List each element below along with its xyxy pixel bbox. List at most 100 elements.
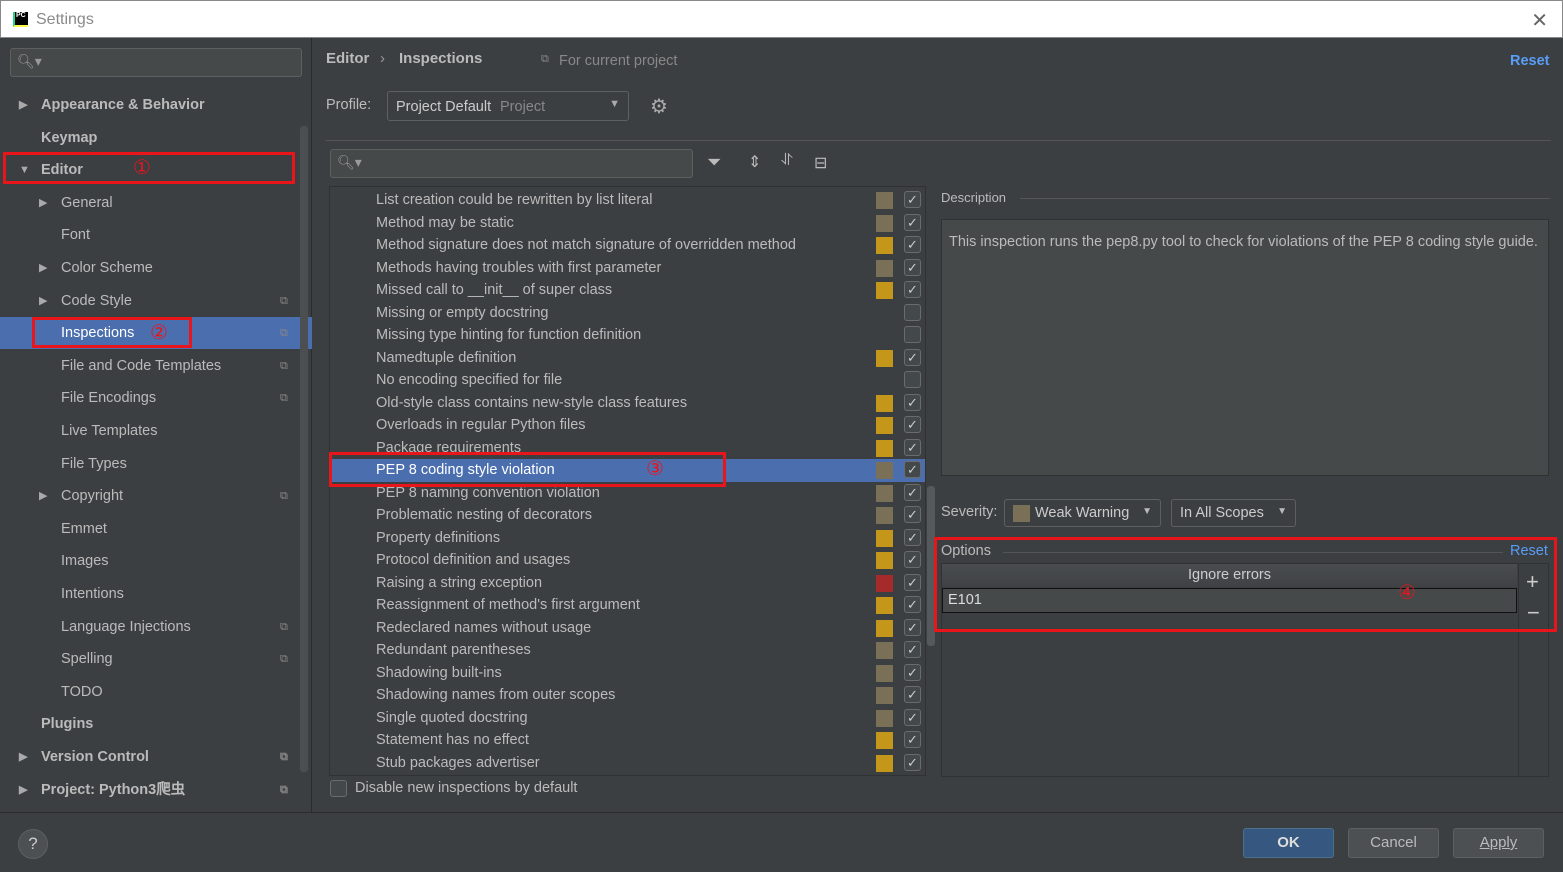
sidebar-item-file-encodings[interactable]: File Encodings ⧉ [0,382,312,414]
inspection-row[interactable]: Namedtuple definition ✓ [330,347,925,370]
chevron-down-icon: ▼ [1277,506,1287,517]
sidebar-item-todo[interactable]: TODO [0,676,312,708]
inspection-row[interactable]: Stub packages advertiser ✓ [330,752,925,775]
inspection-row[interactable]: Redundant parentheses ✓ [330,639,925,662]
inspection-row[interactable]: Missed call to __init__ of super class ✓ [330,279,925,302]
sidebar-item-copyright[interactable]: ▶ Copyright ⧉ [0,480,312,512]
inspection-enabled-checkbox[interactable]: ✓ [904,686,921,703]
inspection-enabled-checkbox[interactable]: ✓ [904,618,921,636]
inspection-enabled-checkbox[interactable]: ✓ [904,191,921,208]
inspection-enabled-checkbox[interactable]: ✓ [904,213,921,231]
inspection-row[interactable]: Method may be static ✓ [330,212,925,235]
inspection-enabled-checkbox[interactable]: ✓ [904,236,921,253]
inspection-row[interactable]: Shadowing names from outer scopes ✓ [330,684,925,707]
inspection-enabled-checkbox[interactable]: ✓ [904,416,921,433]
inspection-row[interactable]: Property definitions ✓ [330,527,925,550]
sidebar-item-version-control[interactable]: ▶ Version Control ⧉ [0,741,312,773]
sidebar-item-general[interactable]: ▶ General [0,187,312,219]
inspection-row[interactable]: Overloads in regular Python files ✓ [330,414,925,437]
inspection-row[interactable]: Raising a string exception ✓ [330,572,925,595]
title-bar: PC Settings ✕ [0,0,1563,38]
sidebar-item-emmet[interactable]: Emmet [0,513,312,545]
disable-new-checkbox[interactable] [330,780,347,797]
inspection-enabled-checkbox[interactable]: ✓ [904,258,921,276]
inspection-row[interactable]: List creation could be rewritten by list… [330,189,925,212]
settings-search-input[interactable]: 🔍︎▾ [10,48,302,77]
inspection-enabled-checkbox[interactable]: ✓ [904,731,921,748]
sidebar-item-project-python3-[interactable]: ▶ Project: Python3爬虫 ⧉ [0,774,312,806]
inspection-row[interactable]: Methods having troubles with first param… [330,257,925,280]
sidebar-item-file-and-code-templates[interactable]: File and Code Templates ⧉ [0,350,312,382]
expand-all-icon[interactable]: ⇕ [748,152,761,172]
close-icon[interactable]: ✕ [1531,8,1548,33]
inspection-search-input[interactable]: 🔍︎▾ [330,149,693,178]
ok-button[interactable]: OK [1243,828,1334,858]
inspection-enabled-checkbox[interactable]: ✓ [904,573,921,591]
expand-right-icon[interactable]: ▶ [39,285,47,317]
expand-right-icon[interactable]: ▶ [39,480,47,512]
inspection-row[interactable]: Old-style class contains new-style class… [330,392,925,415]
sidebar-item-live-templates[interactable]: Live Templates [0,415,312,447]
inspection-enabled-checkbox[interactable]: ✓ [904,461,921,478]
gear-icon[interactable]: ⚙ [650,94,668,119]
scope-dropdown[interactable]: In All Scopes ▼ [1171,499,1296,527]
project-level-icon: ⧉ [280,359,288,372]
sidebar-item-intentions[interactable]: Intentions [0,578,312,610]
apply-button[interactable]: Apply [1453,828,1544,858]
expand-right-icon[interactable]: ▶ [19,89,27,121]
sidebar-scrollbar[interactable] [300,126,308,772]
severity-color-icon [876,417,893,434]
inspection-enabled-checkbox[interactable]: ✓ [904,663,921,681]
inspection-enabled-checkbox[interactable]: ✓ [904,708,921,726]
expand-right-icon[interactable]: ▶ [39,252,47,284]
scope-label: For current project [559,53,678,69]
severity-dropdown[interactable]: Weak Warning ▼ [1004,499,1161,527]
inspection-row[interactable]: Statement has no effect ✓ [330,729,925,752]
inspection-row[interactable]: Missing type hinting for function defini… [330,324,925,347]
inspection-enabled-checkbox[interactable]: ✓ [904,393,921,411]
inspection-enabled-checkbox[interactable]: ✓ [904,506,921,523]
inspection-row[interactable]: Problematic nesting of decorators ✓ [330,504,925,527]
inspection-row[interactable]: Missing or empty docstring [330,302,925,325]
inspection-row[interactable]: Method signature does not match signatur… [330,234,925,257]
inspection-enabled-checkbox[interactable]: ✓ [904,348,921,366]
inspection-enabled-checkbox[interactable] [904,371,921,388]
inspection-row[interactable]: Protocol definition and usages ✓ [330,549,925,572]
sidebar-item-code-style[interactable]: ▶ Code Style ⧉ [0,285,312,317]
sidebar-item-keymap[interactable]: Keymap [0,122,312,154]
cancel-button[interactable]: Cancel [1348,828,1439,858]
sidebar-item-font[interactable]: Font [0,219,312,251]
breadcrumb-editor[interactable]: Editor [326,50,369,67]
inspection-enabled-checkbox[interactable]: ✓ [904,438,921,456]
sidebar-item-plugins[interactable]: Plugins [0,708,312,740]
inspection-row[interactable]: Redeclared names without usage ✓ [330,617,925,640]
sidebar-item-color-scheme[interactable]: ▶ Color Scheme [0,252,312,284]
sidebar-item-file-types[interactable]: File Types [0,448,312,480]
help-button[interactable]: ? [18,829,48,859]
inspection-row[interactable]: Reassignment of method's first argument ✓ [330,594,925,617]
filter-icon[interactable]: ⏷ [707,152,721,173]
sidebar-item-images[interactable]: Images [0,545,312,577]
reset-to-default-icon[interactable]: ⊟ [814,153,827,173]
sidebar-item-spelling[interactable]: Spelling ⧉ [0,643,312,675]
expand-right-icon[interactable]: ▶ [39,187,47,219]
sidebar-item-appearance-behavior[interactable]: ▶ Appearance & Behavior [0,89,312,121]
expand-right-icon[interactable]: ▶ [19,741,27,773]
inspection-enabled-checkbox[interactable]: ✓ [904,483,921,501]
inspection-enabled-checkbox[interactable] [904,326,921,343]
inspection-enabled-checkbox[interactable]: ✓ [904,641,921,658]
inspection-enabled-checkbox[interactable] [904,303,921,321]
profile-dropdown[interactable]: Project Default Project ▼ [387,91,629,121]
inspection-enabled-checkbox[interactable]: ✓ [904,551,921,568]
expand-right-icon[interactable]: ▶ [19,774,27,806]
inspection-enabled-checkbox[interactable]: ✓ [904,528,921,546]
inspection-enabled-checkbox[interactable]: ✓ [904,596,921,613]
inspection-row[interactable]: Shadowing built-ins ✓ [330,662,925,685]
inspection-row[interactable]: No encoding specified for file [330,369,925,392]
sidebar-item-language-injections[interactable]: Language Injections ⧉ [0,611,312,643]
inspection-enabled-checkbox[interactable]: ✓ [904,753,921,771]
reset-link[interactable]: Reset [1510,53,1550,69]
inspection-row[interactable]: Single quoted docstring ✓ [330,707,925,730]
inspection-enabled-checkbox[interactable]: ✓ [904,281,921,298]
collapse-all-icon[interactable]: ⥯ [781,152,793,170]
